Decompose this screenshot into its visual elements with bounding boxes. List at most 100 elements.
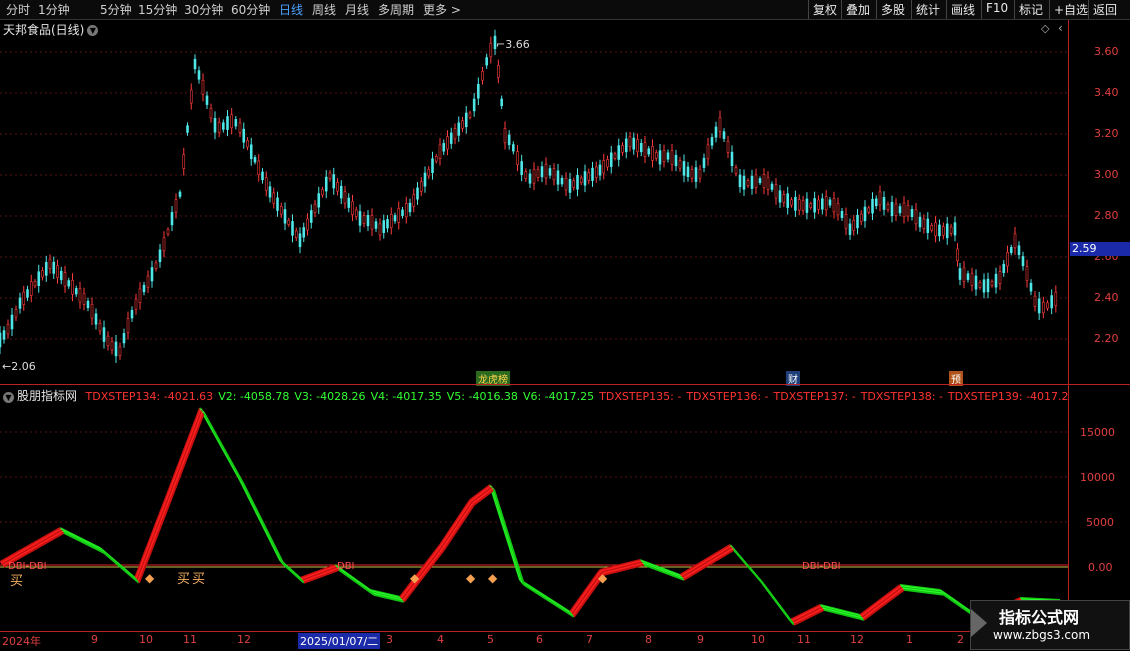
candle-body bbox=[122, 333, 126, 344]
indicator-line bbox=[470, 485, 492, 503]
period-tab-fenshi[interactable]: 分时 bbox=[6, 1, 30, 18]
draw-line-button[interactable]: 画线 bbox=[946, 0, 979, 19]
candle-body bbox=[886, 204, 890, 210]
indicator-settings-icon[interactable]: ▼ bbox=[3, 391, 14, 403]
candle-body bbox=[754, 174, 758, 188]
period-tab-5min[interactable]: 5分钟 bbox=[100, 1, 132, 18]
candle-body bbox=[48, 258, 52, 270]
candle-body bbox=[874, 198, 878, 207]
date-label: 4 bbox=[437, 633, 444, 646]
indicator-line bbox=[167, 411, 204, 504]
candle-body bbox=[1033, 295, 1037, 307]
candle-body bbox=[934, 222, 937, 237]
candle-body bbox=[309, 210, 313, 223]
indicator-name[interactable]: 股朋指标网 bbox=[17, 389, 77, 403]
candle-body bbox=[576, 174, 579, 190]
candle-body bbox=[694, 167, 698, 182]
indicator-line bbox=[902, 587, 944, 595]
candle-body bbox=[401, 209, 404, 216]
candle-body bbox=[817, 199, 820, 210]
indicator-line bbox=[302, 567, 339, 583]
period-tab-1min[interactable]: 1分钟 bbox=[38, 1, 70, 18]
candle-body bbox=[427, 169, 431, 177]
chart-title[interactable]: 天邦食品(日线) ▼ bbox=[3, 21, 99, 38]
candle-body bbox=[572, 180, 576, 188]
back-button[interactable]: 返回 bbox=[1088, 0, 1121, 19]
candle-body bbox=[813, 198, 816, 213]
indicator-line bbox=[99, 547, 136, 579]
candle-body bbox=[770, 183, 774, 190]
overlay-button[interactable]: 叠加 bbox=[841, 0, 874, 19]
candle-body bbox=[423, 172, 427, 187]
candle-body bbox=[461, 120, 464, 129]
period-tab-month[interactable]: 月线 bbox=[345, 1, 369, 18]
add-watchlist-button[interactable]: +自选 bbox=[1049, 0, 1092, 19]
candle-body bbox=[718, 117, 722, 132]
candle-body bbox=[2, 330, 6, 340]
candle-body bbox=[386, 219, 389, 229]
indicator-line bbox=[570, 570, 602, 614]
candle-body bbox=[134, 298, 138, 310]
legend-item: V4: -4017.35 bbox=[370, 390, 442, 403]
period-tab-more[interactable]: 更多 > bbox=[423, 1, 461, 18]
indicator-line bbox=[401, 546, 443, 601]
candle-body bbox=[332, 174, 336, 189]
period-tab-30min[interactable]: 30分钟 bbox=[184, 1, 223, 18]
indicator-line bbox=[821, 606, 863, 619]
fuquan-button[interactable]: 复权 bbox=[808, 0, 841, 19]
period-tab-week[interactable]: 周线 bbox=[312, 1, 336, 18]
candle-body bbox=[658, 150, 662, 165]
candle-body bbox=[682, 161, 686, 176]
multi-stock-button[interactable]: 多股 bbox=[876, 0, 909, 19]
indicator-line bbox=[301, 566, 338, 582]
f10-button[interactable]: F10 bbox=[981, 0, 1012, 19]
candle-body bbox=[1037, 298, 1041, 314]
candle-body bbox=[882, 197, 886, 210]
candle-body bbox=[257, 160, 261, 175]
candle-body bbox=[158, 249, 162, 263]
legend-item: TDXSTEP139: -4017.2 bbox=[947, 390, 1069, 403]
diamond-icon[interactable]: ◇ bbox=[1041, 22, 1049, 35]
date-label: 9 bbox=[697, 633, 704, 646]
period-tab-day[interactable]: 日线 bbox=[279, 1, 303, 18]
candle-body bbox=[587, 172, 591, 181]
candle-body bbox=[890, 202, 894, 217]
period-tab-60min[interactable]: 60分钟 bbox=[231, 1, 270, 18]
candle-body bbox=[583, 171, 587, 186]
candle-body bbox=[564, 177, 568, 191]
candle-body bbox=[970, 273, 974, 286]
candle-body bbox=[178, 191, 182, 197]
candle-body bbox=[343, 191, 347, 204]
mark-button[interactable]: 标记 bbox=[1014, 0, 1047, 19]
selected-date[interactable]: 2025/01/07/二 bbox=[298, 633, 381, 649]
candle-body bbox=[982, 279, 986, 293]
statistics-button[interactable]: 统计 bbox=[911, 0, 944, 19]
candle-body bbox=[738, 174, 742, 188]
candle-body bbox=[594, 166, 598, 178]
indicator-line bbox=[862, 587, 904, 620]
candle-body bbox=[532, 168, 536, 184]
indicator-line bbox=[491, 487, 523, 583]
date-label: 12 bbox=[850, 633, 864, 646]
candle-body bbox=[230, 114, 233, 129]
candle-body bbox=[734, 167, 738, 174]
dropdown-circle-icon[interactable]: ▼ bbox=[87, 25, 99, 36]
indicator-line bbox=[103, 552, 140, 584]
diamond-signal-icon: ◆ bbox=[145, 571, 155, 585]
period-tab-15min[interactable]: 15分钟 bbox=[138, 1, 177, 18]
candle-body bbox=[464, 112, 468, 128]
candle-body bbox=[449, 132, 453, 144]
candle-body bbox=[98, 322, 102, 332]
indicator-line bbox=[241, 481, 283, 563]
indicator-line bbox=[281, 561, 303, 582]
candle-body bbox=[354, 209, 358, 217]
watermark-title: 指标公式网 bbox=[999, 608, 1080, 627]
indicator-line bbox=[899, 584, 941, 591]
candle-body bbox=[366, 215, 370, 227]
period-tab-multi[interactable]: 多周期 bbox=[378, 1, 414, 18]
watermark-url: www.zbgs3.com bbox=[993, 628, 1091, 642]
price-tick: 3.60 bbox=[1094, 45, 1119, 58]
indicator-line bbox=[102, 550, 139, 583]
indicator-line bbox=[61, 529, 103, 552]
chevron-left-icon[interactable]: ‹ bbox=[1058, 21, 1063, 35]
